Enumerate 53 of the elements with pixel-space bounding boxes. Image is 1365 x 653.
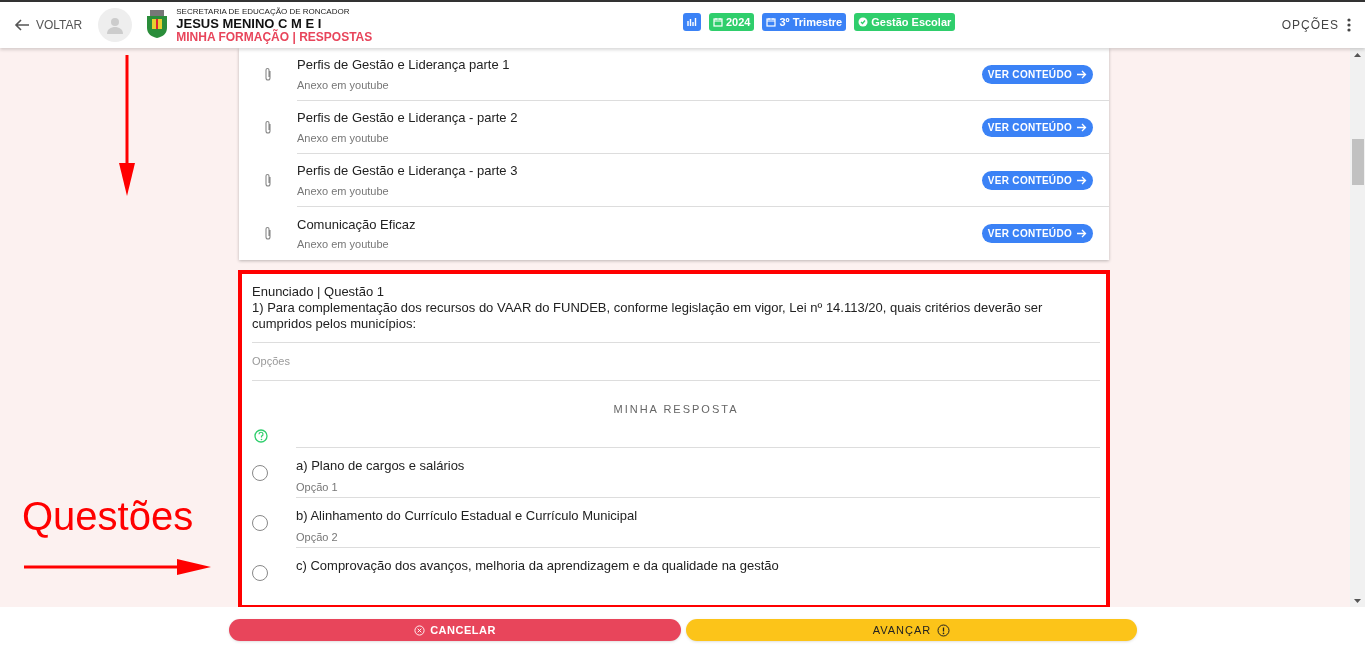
more-vertical-icon[interactable] [1347, 18, 1351, 32]
calendar-icon [713, 17, 723, 27]
calendar-icon [766, 17, 777, 27]
check-circle-icon [858, 17, 869, 27]
option-text[interactable]: c) Comprovação dos avanços, melhoria da aprendizagem e da qualidade na gestão [296, 556, 1100, 576]
attachment-title: Comunicação Eficaz [297, 215, 417, 234]
tag: 2024 [709, 13, 755, 31]
view-content-button[interactable]: VER CONTEÚDO [981, 170, 1093, 190]
close-circle-icon [414, 624, 426, 636]
next-button[interactable]: AVANÇAR [686, 619, 1137, 641]
attachment-title: Perfis de Gestão e Liderança parte 1 [297, 56, 511, 74]
options-label: Opções [252, 354, 291, 369]
option-text[interactable]: a) Plano de cargos e salários [296, 456, 1100, 476]
options-button[interactable]: OPÇÕES [1281, 16, 1339, 34]
option-text[interactable]: b) Alinhamento do Currículo Estadual e Currículo Municipal [296, 506, 1100, 526]
paperclip-icon [264, 67, 272, 82]
page-section-title: MINHA FORMAÇÃO | RESPOSTAS [176, 30, 373, 43]
attachment-subtitle: Anexo em youtube [297, 183, 390, 199]
tag: 3º Trimestre [762, 13, 847, 31]
question-heading: Enunciado | Questão 1 [252, 284, 386, 300]
attachment-title: Perfis de Gestão e Liderança - parte 2 [297, 109, 519, 127]
tag: Gestão Escolar [854, 13, 956, 31]
school-name: JESUS MENINO C M E I [176, 16, 323, 30]
secretariat-name: SECRETARIA DE EDUCAÇÃO DE RONCADOR [176, 7, 351, 16]
attachment-title: Perfis de Gestão e Liderança - parte 3 [297, 162, 519, 180]
paperclip-icon [264, 173, 272, 188]
arrow-right-icon [1077, 229, 1087, 238]
scroll-down-icon[interactable] [1354, 599, 1361, 603]
option-subtitle: Opção 1 [296, 479, 339, 495]
paperclip-icon [264, 226, 272, 241]
view-content-button[interactable]: VER CONTEÚDO [981, 224, 1093, 243]
arrow-right-icon [1077, 175, 1087, 185]
arrow-right-icon [1077, 69, 1087, 79]
attachment-subtitle: Anexo em youtube [297, 77, 390, 93]
help-circle-icon [254, 429, 268, 443]
arrow-left-icon [14, 18, 30, 32]
alert-circle-icon [937, 623, 951, 637]
attachment-subtitle: Anexo em youtube [297, 130, 390, 146]
back-button[interactable]: VOLTAR [14, 16, 83, 34]
question-text: 1) Para complementação dos recursos do VAAR do FUNDEB, conforme legislação em vigor, Lei nº 14.113/20, quais critérios deverão ser cumpridos pelos municípios: [252, 300, 1044, 332]
scroll-up-icon[interactable] [1354, 53, 1361, 57]
option-subtitle: Opção 2 [296, 529, 339, 545]
cancel-button[interactable]: CANCELAR [229, 619, 681, 641]
view-content-button[interactable]: VER CONTEÚDO [981, 117, 1093, 137]
view-content-button[interactable]: VER CONTEÚDO [981, 64, 1093, 84]
scrollbar-thumb[interactable] [1352, 139, 1364, 185]
my-answer-label: MINHA RESPOSTA [612, 401, 740, 417]
bar-chart-icon [687, 17, 697, 27]
avatar [98, 8, 133, 42]
arrow-right-icon [1077, 122, 1087, 132]
paperclip-icon [264, 120, 272, 135]
annotation-label: Questões [22, 496, 194, 536]
attachment-subtitle: Anexo em youtube [297, 237, 390, 252]
